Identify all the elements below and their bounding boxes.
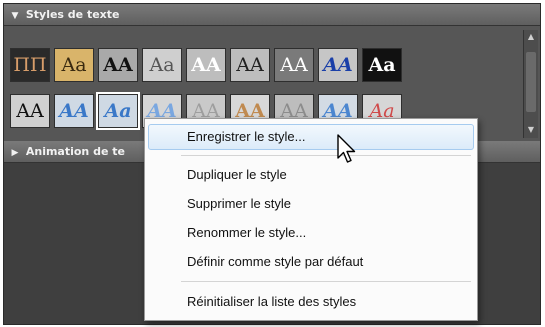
styles-de-texte-header[interactable]: ▼ Styles de texte bbox=[4, 4, 540, 26]
style-tile-r1-3[interactable]: AA bbox=[98, 48, 138, 82]
style-tile-r2-2[interactable]: AA bbox=[54, 94, 94, 128]
menu-item-reset-styles[interactable]: Réinitialiser la liste des styles bbox=[145, 289, 477, 315]
scroll-thumb[interactable] bbox=[526, 52, 536, 112]
menu-item-set-default-style[interactable]: Définir comme style par défaut bbox=[145, 249, 477, 275]
menu-separator bbox=[181, 155, 471, 156]
menu-separator bbox=[181, 281, 471, 282]
scroll-up-icon[interactable]: ▲ bbox=[526, 32, 536, 42]
style-tile-r1-5[interactable]: AA bbox=[186, 48, 226, 82]
style-tile-r1-6[interactable]: AA bbox=[230, 48, 270, 82]
style-tile-r1-1[interactable]: ΠΠ bbox=[10, 48, 50, 82]
menu-item-rename-style[interactable]: Renommer le style... bbox=[145, 220, 477, 246]
panel-title: Styles de texte bbox=[25, 8, 120, 21]
menu-item-save-style[interactable]: Enregistrer le style... bbox=[148, 124, 474, 150]
style-tile-r1-2[interactable]: Aa bbox=[54, 48, 94, 82]
style-tile-r1-4[interactable]: Aa bbox=[142, 48, 182, 82]
style-tile-r1-7[interactable]: AA bbox=[274, 48, 314, 82]
styles-scrollbar[interactable]: ▲ ▼ bbox=[523, 30, 538, 138]
style-tile-r1-8[interactable]: AA bbox=[318, 48, 358, 82]
menu-item-duplicate-style[interactable]: Dupliquer le style bbox=[145, 162, 477, 188]
menu-item-delete-style[interactable]: Supprimer le style bbox=[145, 191, 477, 217]
style-tile-r2-1[interactable]: AA bbox=[10, 94, 50, 128]
context-menu: Enregistrer le style... Dupliquer le sty… bbox=[144, 118, 478, 321]
triangle-right-icon[interactable]: ▶ bbox=[8, 142, 22, 164]
scroll-down-icon[interactable]: ▼ bbox=[526, 125, 536, 135]
style-tile-r1-9[interactable]: Aa bbox=[362, 48, 402, 82]
triangle-down-icon[interactable]: ▼ bbox=[8, 5, 22, 27]
mouse-pointer-icon bbox=[337, 134, 356, 163]
collapsed-section-title: Animation de te bbox=[25, 145, 125, 158]
style-tile-r2-3[interactable]: Aa bbox=[96, 92, 140, 130]
